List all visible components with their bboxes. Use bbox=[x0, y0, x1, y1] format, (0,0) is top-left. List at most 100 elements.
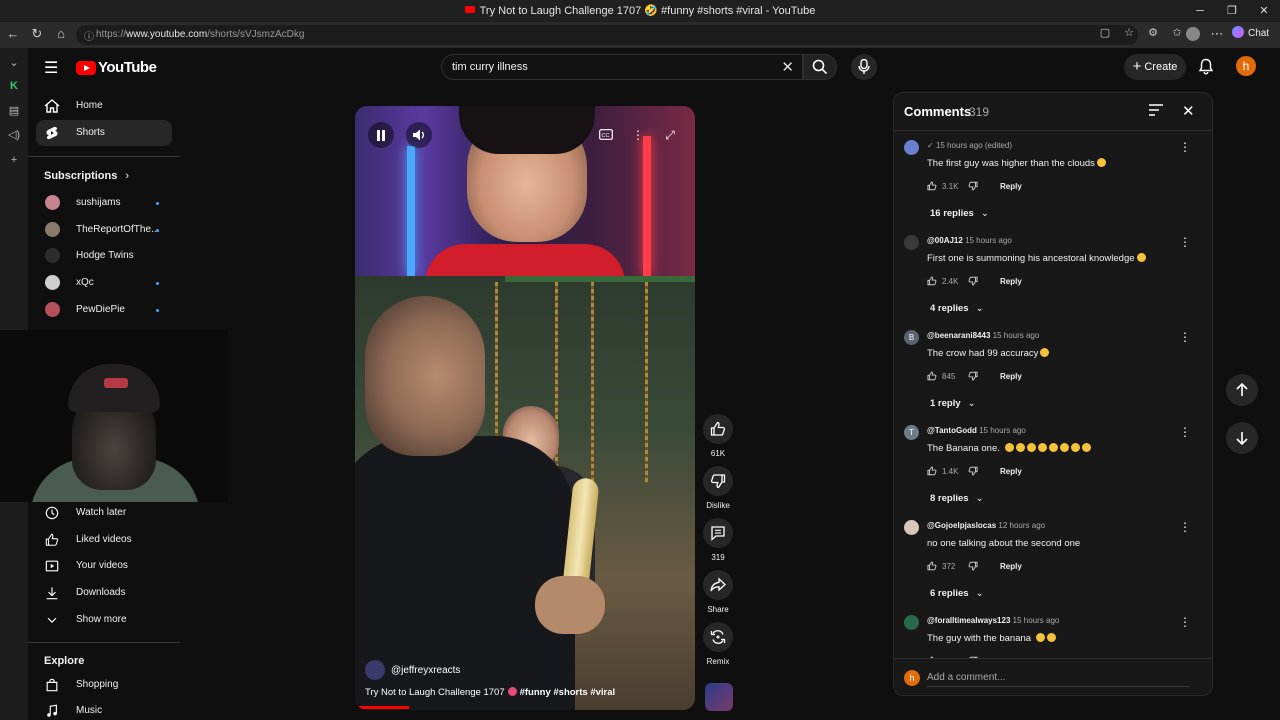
comment-more-icon[interactable]: ⋮ bbox=[1179, 425, 1191, 439]
channel-name[interactable]: @jeffreyxreacts bbox=[391, 665, 460, 676]
view-replies-button[interactable]: 8 replies ⌄ bbox=[930, 493, 984, 504]
thumbs-up-icon[interactable] bbox=[927, 276, 937, 286]
commenter-avatar[interactable]: T bbox=[904, 425, 919, 440]
view-replies-button[interactable]: 4 replies ⌄ bbox=[930, 303, 984, 314]
maximize-button[interactable]: ❐ bbox=[1216, 0, 1248, 22]
comment-author[interactable]: @beenarani8443 bbox=[927, 331, 990, 340]
refresh-icon[interactable]: ↻ bbox=[28, 26, 46, 42]
view-replies-button[interactable]: 16 replies ⌄ bbox=[930, 208, 989, 219]
like-action[interactable]: 61K bbox=[703, 414, 733, 458]
previous-short-button[interactable] bbox=[1226, 374, 1258, 406]
thumbs-down-icon[interactable] bbox=[968, 371, 978, 381]
thumbs-up-icon[interactable] bbox=[927, 561, 937, 571]
more-options-icon[interactable]: ⋮ bbox=[625, 122, 651, 148]
comment-more-icon[interactable]: ⋮ bbox=[1179, 140, 1191, 154]
sidebar-item-home[interactable]: Home bbox=[36, 93, 172, 119]
sidebar-item-pewdiepie[interactable]: PewDiePie bbox=[36, 297, 172, 323]
add-sidebar-app-icon[interactable]: + bbox=[6, 154, 22, 166]
comment-time[interactable]: 15 hours ago (edited) bbox=[936, 141, 1012, 150]
fullscreen-icon[interactable]: ⤢ bbox=[657, 122, 683, 148]
remix-action[interactable]: Remix bbox=[703, 622, 733, 666]
video-hashtags[interactable]: #funny #shorts #viral bbox=[520, 687, 616, 698]
reply-button[interactable]: Reply bbox=[1000, 277, 1022, 286]
video-progress-bar[interactable] bbox=[359, 706, 409, 709]
search-button[interactable] bbox=[803, 54, 837, 80]
favorite-star-icon[interactable]: ☆ bbox=[1120, 26, 1138, 39]
create-button[interactable]: + Create bbox=[1124, 54, 1186, 80]
dislike-button[interactable] bbox=[703, 466, 733, 496]
sidebar-item-sushijams[interactable]: sushijams bbox=[36, 190, 172, 216]
address-bar[interactable]: ⓘ https://www.youtube.com/shorts/sVJsmzA… bbox=[76, 25, 1138, 45]
commenter-avatar[interactable]: B bbox=[904, 330, 919, 345]
view-replies-button[interactable]: 1 reply ⌄ bbox=[930, 398, 976, 409]
comment-author[interactable]: @TantoGodd bbox=[927, 426, 977, 435]
sidebar-item-liked-videos[interactable]: Liked videos bbox=[36, 527, 172, 553]
comment-time[interactable]: 15 hours ago bbox=[965, 236, 1012, 245]
comment-time[interactable]: 15 hours ago bbox=[979, 426, 1026, 435]
copilot-chat-button[interactable]: Chat bbox=[1232, 26, 1269, 39]
next-short-button[interactable] bbox=[1226, 422, 1258, 454]
pause-button[interactable] bbox=[368, 122, 394, 148]
sidebar-item-watch-later[interactable]: Watch later bbox=[36, 500, 172, 526]
reply-button[interactable]: Reply bbox=[1000, 182, 1022, 191]
channel-avatar[interactable] bbox=[365, 660, 385, 680]
sidebar-item-music[interactable]: Music bbox=[36, 698, 172, 720]
close-window-button[interactable]: ✕ bbox=[1248, 0, 1280, 22]
sidebar-item-your-videos[interactable]: Your videos bbox=[36, 553, 172, 579]
sidebar-item-xqc[interactable]: xQc bbox=[36, 270, 172, 296]
sort-comments-button[interactable] bbox=[1148, 103, 1164, 122]
commenter-avatar[interactable] bbox=[904, 140, 919, 155]
app-available-icon[interactable]: ▢ bbox=[1096, 26, 1114, 39]
remix-button[interactable] bbox=[703, 622, 733, 652]
thumbs-down-icon[interactable] bbox=[968, 276, 978, 286]
share-button[interactable] bbox=[703, 570, 733, 600]
clear-search-icon[interactable]: ✕ bbox=[781, 58, 794, 76]
home-browser-icon[interactable]: ⌂ bbox=[52, 26, 70, 41]
captions-button[interactable]: CC bbox=[593, 122, 619, 148]
thumbs-down-icon[interactable] bbox=[968, 181, 978, 191]
comment-time[interactable]: 12 hours ago bbox=[998, 521, 1045, 530]
back-icon[interactable]: ← bbox=[4, 26, 22, 41]
comment-author[interactable]: @foralltimealways123 bbox=[927, 616, 1010, 625]
volume-button[interactable] bbox=[406, 122, 432, 148]
sidebar-item-shorts[interactable]: Shorts bbox=[36, 120, 172, 146]
commenter-avatar[interactable] bbox=[904, 520, 919, 535]
voice-search-button[interactable] bbox=[851, 54, 877, 80]
shorts-player[interactable]: CC ⋮ ⤢ @jeffreyxreacts Try Not to Laugh … bbox=[355, 106, 695, 710]
dislike-action[interactable]: Dislike bbox=[703, 466, 733, 510]
add-comment-input[interactable] bbox=[927, 669, 1189, 687]
browser-profile-avatar[interactable] bbox=[1186, 27, 1200, 41]
kick-icon[interactable]: K bbox=[6, 80, 22, 92]
comment-time[interactable]: 15 hours ago bbox=[993, 331, 1040, 340]
collapse-icon[interactable]: ⌄ bbox=[6, 56, 22, 69]
search-input[interactable] bbox=[452, 59, 772, 75]
sidebar-item-shopping[interactable]: Shopping bbox=[36, 672, 172, 698]
thumbs-up-icon[interactable] bbox=[927, 181, 937, 191]
video-title[interactable]: Try Not to Laugh Challenge 1707 #funny #s… bbox=[365, 687, 615, 698]
favorites-icon[interactable]: ✩ bbox=[1168, 26, 1186, 39]
view-replies-button[interactable]: 6 replies ⌄ bbox=[930, 588, 984, 599]
comments-list[interactable]: ✓ 15 hours ago (edited) The first guy wa… bbox=[894, 132, 1212, 658]
thumbs-down-icon[interactable] bbox=[968, 466, 978, 476]
notifications-bell-icon[interactable] bbox=[1198, 58, 1214, 80]
comment-author[interactable]: @Gojoelpjaslocas bbox=[927, 521, 996, 530]
comments-button[interactable] bbox=[703, 518, 733, 548]
comment-author[interactable]: @00AJ12 bbox=[927, 236, 963, 245]
youtube-logo[interactable]: YouTube bbox=[76, 59, 157, 76]
minimize-button[interactable]: ─ bbox=[1184, 0, 1216, 22]
comment-more-icon[interactable]: ⋮ bbox=[1179, 330, 1191, 344]
comment-more-icon[interactable]: ⋮ bbox=[1179, 615, 1191, 629]
comment-more-icon[interactable]: ⋮ bbox=[1179, 520, 1191, 534]
close-comments-icon[interactable]: ✕ bbox=[1182, 102, 1195, 120]
sidebar-item-thereportofthe[interactable]: TheReportOfThe... bbox=[36, 217, 172, 243]
site-info-icon[interactable]: ⓘ bbox=[84, 28, 94, 43]
sidebar-item-hodge-twins[interactable]: Hodge Twins bbox=[36, 243, 172, 269]
commenter-avatar[interactable] bbox=[904, 235, 919, 250]
collections-icon[interactable]: ▤ bbox=[6, 104, 22, 117]
subscriptions-heading[interactable]: Subscriptions › bbox=[44, 170, 129, 182]
thumbs-up-icon[interactable] bbox=[927, 371, 937, 381]
commenter-avatar[interactable] bbox=[904, 615, 919, 630]
extensions-icon[interactable]: ⚙ bbox=[1144, 26, 1162, 39]
account-avatar[interactable]: h bbox=[1236, 56, 1256, 76]
audio-icon[interactable]: ◁) bbox=[6, 128, 22, 141]
